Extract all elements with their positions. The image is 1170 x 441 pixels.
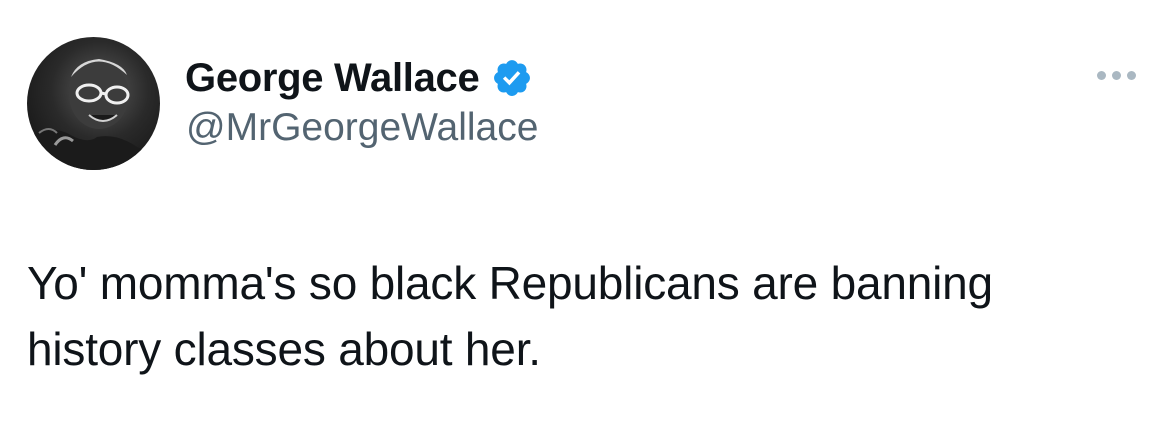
more-horizontal-icon (1111, 70, 1121, 80)
tweet-card: George Wallace @MrGeorgeWallace Yo' momm… (0, 0, 1170, 441)
more-horizontal-icon (1096, 70, 1106, 80)
author-name[interactable]: George Wallace (185, 56, 480, 101)
more-horizontal-icon (1126, 70, 1136, 80)
author-handle[interactable]: @MrGeorgeWallace (186, 106, 538, 150)
more-options-button[interactable] (1092, 60, 1140, 90)
verified-badge-icon[interactable] (491, 57, 533, 99)
avatar[interactable] (27, 37, 160, 170)
avatar-photo (27, 59, 160, 170)
tweet-text: Yo' momma's so black Republicans are ban… (27, 250, 1147, 382)
author-name-row: George Wallace (185, 52, 533, 104)
tweet-text-line: history classes about her. (27, 323, 541, 375)
tweet-text-line: Yo' momma's so black Republicans are ban… (27, 257, 993, 309)
